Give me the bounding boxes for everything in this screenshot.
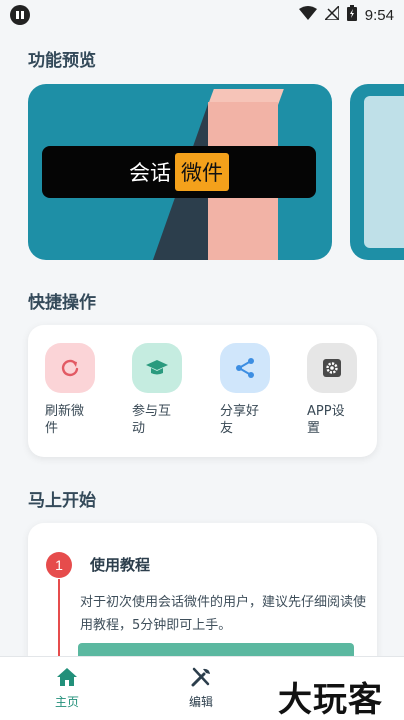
gear-icon [307, 343, 357, 393]
home-icon [37, 667, 97, 689]
step-description: 对于初次使用会话微件的用户，建议先仔细阅读使用教程，5分钟即可上手。 [80, 595, 367, 633]
nav-item-home[interactable]: 主页 [37, 667, 97, 710]
nav-label-edit: 编辑 [188, 695, 213, 709]
quick-action-refresh[interactable]: 刷新微件 [45, 343, 105, 437]
quick-action-share[interactable]: 分享好友 [220, 343, 280, 437]
nav-item-edit[interactable]: 编辑 [171, 667, 231, 710]
section-title-quick: 快捷操作 [28, 293, 96, 313]
step-number: 1 [46, 552, 72, 578]
preview-card[interactable]: 会话 微件 [28, 84, 332, 260]
preview-card-next[interactable] [350, 84, 404, 260]
section-title-preview: 功能预览 [28, 51, 96, 71]
nav-label-home: 主页 [54, 695, 79, 709]
wifi-icon [298, 6, 317, 24]
quick-action-interact[interactable]: 参与互动 [132, 343, 192, 437]
step-title: 使用教程 [90, 556, 151, 574]
section-title-start: 马上开始 [28, 491, 96, 511]
quick-action-label: APP设置 [307, 404, 345, 436]
quick-action-label: 刷新微件 [45, 404, 85, 436]
no-signal-icon [322, 4, 340, 24]
quick-action-label: 分享好友 [220, 404, 260, 436]
preview-label-part2: 微件 [175, 153, 229, 191]
preview-label: 会话 微件 [42, 146, 316, 198]
quick-action-settings[interactable]: APP设置 [307, 343, 367, 437]
watermark: 大玩客 [278, 680, 383, 720]
quick-action-label: 参与互动 [132, 404, 172, 436]
preview-label-part1: 会话 [129, 161, 171, 185]
app-notification-icon [10, 5, 30, 25]
graduation-cap-icon [132, 343, 182, 393]
tools-icon [171, 667, 231, 689]
battery-icon [346, 5, 357, 25]
clock: 9:54 [364, 6, 394, 24]
status-bar: 9:54 [0, 0, 404, 30]
share-icon [220, 343, 270, 393]
preview-card-next-image [364, 96, 404, 248]
refresh-icon [45, 343, 95, 393]
quick-actions-card: 刷新微件 参与互动 分享好友 APP设置 [28, 325, 377, 457]
status-icons: 9:54 [298, 4, 394, 25]
